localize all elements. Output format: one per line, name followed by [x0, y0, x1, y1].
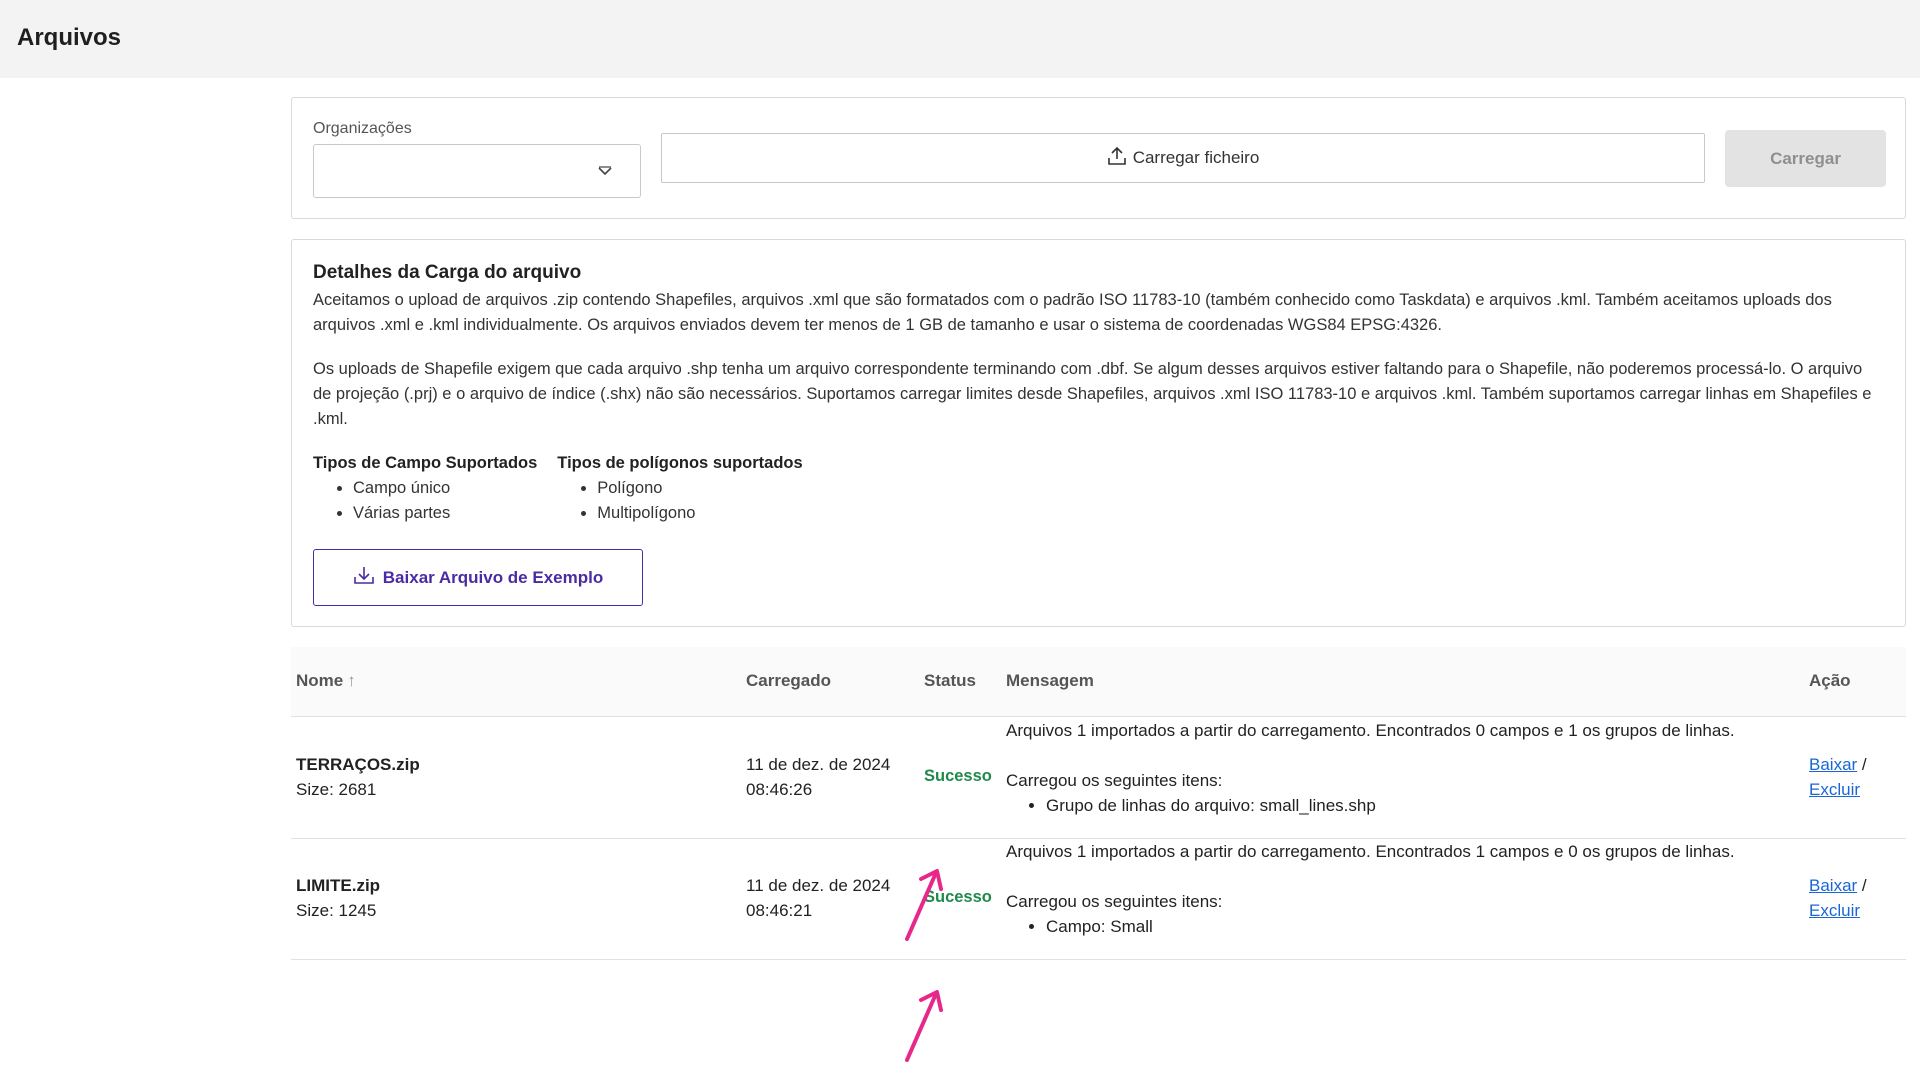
download-sample-button[interactable]: Baixar Arquivo de Exemplo	[313, 549, 643, 606]
uploaded-time: 08:46:21	[746, 901, 813, 920]
column-header-name-label: Nome	[296, 671, 344, 690]
list-item: Polígono	[597, 476, 802, 501]
action-cell: Baixar / Excluir	[1809, 873, 1867, 923]
message-summary: Arquivos 1 importados a partir do carreg…	[1006, 721, 1735, 740]
column-header-name[interactable]: Nome ↑	[296, 671, 356, 691]
status-badge: Sucesso	[924, 767, 992, 785]
field-types-title: Tipos de Campo Suportados	[313, 454, 538, 472]
download-icon	[353, 565, 383, 590]
list-item: Campo único	[353, 476, 537, 501]
uploaded-date: 11 de dez. de 2024	[746, 876, 891, 895]
annotation-arrow-icon	[905, 990, 943, 1062]
delete-link[interactable]: Excluir	[1809, 780, 1860, 799]
details-paragraph-1: Aceitamos o upload de arquivos .zip cont…	[313, 291, 1832, 334]
file-size: Size: 2681	[296, 780, 377, 799]
details-paragraph-2: Os uploads de Shapefile exigem que cada …	[313, 360, 1872, 428]
field-types-column: Tipos de Campo Suportados Campo único Vá…	[313, 451, 537, 526]
polygon-types-title: Tipos de polígonos suportados	[557, 454, 803, 472]
message-items: Grupo de linhas do arquivo: small_lines.…	[1006, 793, 1786, 818]
column-header-message[interactable]: Mensagem	[1006, 671, 1094, 691]
uploaded-time: 08:46:26	[746, 780, 813, 799]
message-summary: Arquivos 1 importados a partir do carreg…	[1006, 842, 1735, 861]
table-row: LIMITE.zip Size: 1245 11 de dez. de 2024…	[291, 839, 1906, 960]
upload-card: Organizações Carregar ficheiro Carregar	[291, 97, 1906, 219]
main-content: Organizações Carregar ficheiro Carregar …	[0, 78, 1920, 1080]
annotation-arrow-icon	[905, 869, 943, 941]
list-item: Várias partes	[353, 501, 537, 526]
uploaded-cell: 11 de dez. de 2024 08:46:21	[746, 873, 890, 923]
list-item: Campo: Small	[1046, 914, 1786, 939]
message-cell: Arquivos 1 importados a partir do carreg…	[1006, 839, 1786, 939]
file-cell: LIMITE.zip Size: 1245	[296, 873, 380, 923]
file-name: LIMITE.zip	[296, 876, 381, 895]
file-cell: TERRAÇOS.zip Size: 2681	[296, 752, 420, 802]
list-item: Grupo de linhas do arquivo: small_lines.…	[1046, 793, 1786, 818]
action-cell: Baixar / Excluir	[1809, 752, 1867, 802]
uploaded-cell: 11 de dez. de 2024 08:46:26	[746, 752, 890, 802]
list-item: Multipolígono	[597, 501, 802, 526]
message-intro: Carregou os seguintes itens:	[1006, 892, 1223, 911]
delete-link[interactable]: Excluir	[1809, 901, 1860, 920]
organizations-select[interactable]	[313, 144, 641, 198]
download-sample-label: Baixar Arquivo de Exemplo	[382, 567, 604, 587]
action-separator: /	[1861, 876, 1867, 895]
files-table: Nome ↑ Carregado Status Mensagem Ação TER…	[291, 647, 1906, 1080]
details-title: Detalhes da Carga do arquivo	[313, 262, 582, 283]
top-header: Arquivos	[0, 0, 1920, 78]
column-header-uploaded[interactable]: Carregado	[746, 671, 831, 691]
polygon-types-column: Tipos de polígonos suportados Polígono M…	[557, 451, 802, 526]
sort-arrow-up-icon: ↑	[347, 671, 356, 690]
message-cell: Arquivos 1 importados a partir do carreg…	[1006, 718, 1786, 818]
organizations-label: Organizações	[313, 120, 412, 137]
page-title: Arquivos	[17, 24, 122, 51]
download-link[interactable]: Baixar	[1809, 876, 1857, 895]
supported-types: Tipos de Campo Suportados Campo único Vá…	[313, 451, 1885, 526]
polygon-types-list: Polígono Multipolígono	[557, 476, 802, 526]
message-items: Campo: Small	[1006, 914, 1786, 939]
file-size: Size: 1245	[296, 901, 377, 920]
choose-file-button[interactable]: Carregar ficheiro	[661, 133, 1705, 183]
action-separator: /	[1861, 755, 1867, 774]
column-header-status[interactable]: Status	[924, 671, 976, 691]
column-header-action: Ação	[1809, 671, 1851, 690]
choose-file-label: Carregar ficheiro	[1132, 148, 1260, 167]
file-name: TERRAÇOS.zip	[296, 755, 420, 774]
chevron-down-icon	[598, 163, 612, 179]
download-link[interactable]: Baixar	[1809, 755, 1857, 774]
upload-button[interactable]: Carregar	[1725, 130, 1886, 187]
table-header: Nome ↑ Carregado Status Mensagem Ação	[291, 647, 1906, 717]
field-types-list: Campo único Várias partes	[313, 476, 537, 526]
table-row: TERRAÇOS.zip Size: 2681 11 de dez. de 20…	[291, 718, 1906, 839]
message-intro: Carregou os seguintes itens:	[1006, 771, 1223, 790]
upload-icon	[1107, 146, 1133, 171]
uploaded-date: 11 de dez. de 2024	[746, 755, 891, 774]
upload-details-card: Detalhes da Carga do arquivo Aceitamos o…	[291, 239, 1906, 627]
